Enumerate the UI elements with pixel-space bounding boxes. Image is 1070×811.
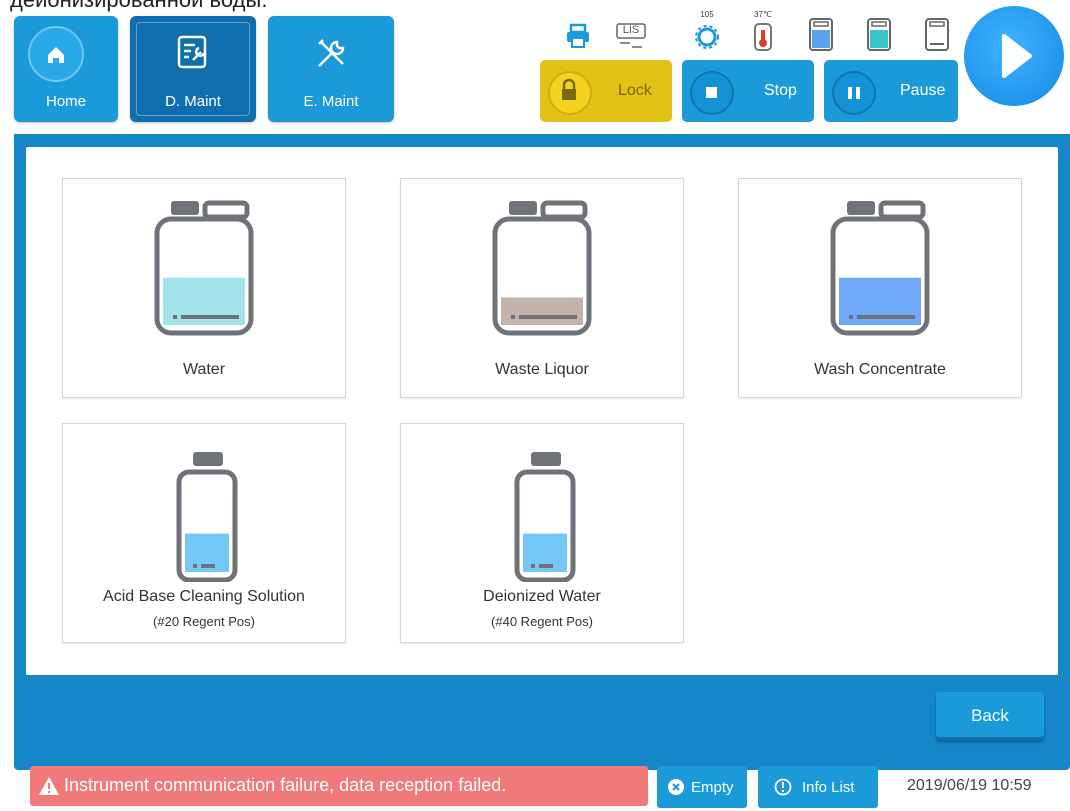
- waste-level-icon: [925, 18, 949, 51]
- canister-icon: [492, 200, 592, 336]
- temperature-value: 37℃: [754, 10, 772, 19]
- alert-text: Instrument communication failure, data r…: [64, 775, 507, 795]
- tab-e-maint-label: E. Maint: [303, 93, 359, 110]
- consumable-card[interactable]: Water: [62, 178, 346, 398]
- bottle-icon: [514, 452, 576, 582]
- empty-label: Empty: [691, 779, 734, 796]
- alert-banner[interactable]: Instrument communication failure, data r…: [30, 766, 648, 806]
- stop-icon: [690, 71, 734, 115]
- info-list-button[interactable]: Info List: [758, 766, 878, 808]
- back-button[interactable]: Back: [936, 692, 1044, 740]
- reagent-level-icon-1: [809, 18, 833, 51]
- consumable-card[interactable]: Acid Base Cleaning Solution (#20 Regent P…: [62, 423, 346, 643]
- tab-d-maint-label: D. Maint: [165, 93, 221, 110]
- consumable-name: Water: [182, 361, 226, 378]
- counter-value: 105: [700, 10, 714, 19]
- info-list-label: Info List: [802, 779, 855, 796]
- top-toolbar: Home D. Maint E. Maint LIS 105 37℃ Lock …: [14, 10, 1060, 134]
- pause-label: Pause: [900, 82, 946, 99]
- lock-button[interactable]: Lock: [540, 60, 672, 122]
- warning-icon: [39, 777, 59, 795]
- consumable-card[interactable]: Waste Liquor: [400, 178, 684, 398]
- tab-d-maint[interactable]: D. Maint: [130, 16, 256, 122]
- lis-icon[interactable]: LIS: [614, 22, 648, 50]
- consumable-position: (#20 Regent Pos): [153, 614, 255, 629]
- consumable-card[interactable]: Deionized Water (#40 Regent Pos): [400, 423, 684, 643]
- start-button[interactable]: [958, 0, 1070, 112]
- empty-button[interactable]: Empty: [657, 766, 747, 808]
- consumable-card[interactable]: Wash Concentrate: [738, 178, 1022, 398]
- home-button[interactable]: Home: [14, 16, 118, 122]
- close-circle-icon: [668, 779, 684, 795]
- lis-label: LIS: [622, 24, 640, 36]
- play-icon: [964, 6, 1064, 106]
- lock-label: Lock: [618, 82, 652, 99]
- lock-icon: [548, 71, 592, 115]
- reagent-level-icon-2: [867, 18, 891, 51]
- home-icon: [28, 26, 84, 82]
- consumable-name: Deionized Water: [483, 588, 601, 605]
- pause-button[interactable]: Pause: [824, 60, 958, 122]
- canister-icon: [830, 200, 930, 336]
- stop-button[interactable]: Stop: [682, 60, 814, 122]
- maintenance-document-icon: [177, 35, 207, 69]
- tab-e-maint[interactable]: E. Maint: [268, 16, 394, 122]
- datetime: 2019/06/19 10:59: [907, 777, 1032, 794]
- consumable-position: (#40 Regent Pos): [491, 614, 593, 629]
- thermometer-icon: [754, 23, 772, 51]
- home-label: Home: [45, 93, 86, 110]
- tools-icon: [318, 39, 345, 67]
- printer-icon[interactable]: [564, 22, 592, 50]
- bottle-icon: [176, 452, 238, 582]
- gear-icon: [695, 25, 719, 49]
- canister-icon: [154, 200, 254, 336]
- stop-label: Stop: [764, 82, 797, 99]
- consumable-name: Waste Liquor: [495, 361, 589, 378]
- pause-icon: [832, 71, 876, 115]
- consumable-name: Acid Base Cleaning Solution: [103, 588, 305, 605]
- consumable-name: Wash Concentrate: [814, 361, 946, 378]
- info-icon: [774, 778, 792, 796]
